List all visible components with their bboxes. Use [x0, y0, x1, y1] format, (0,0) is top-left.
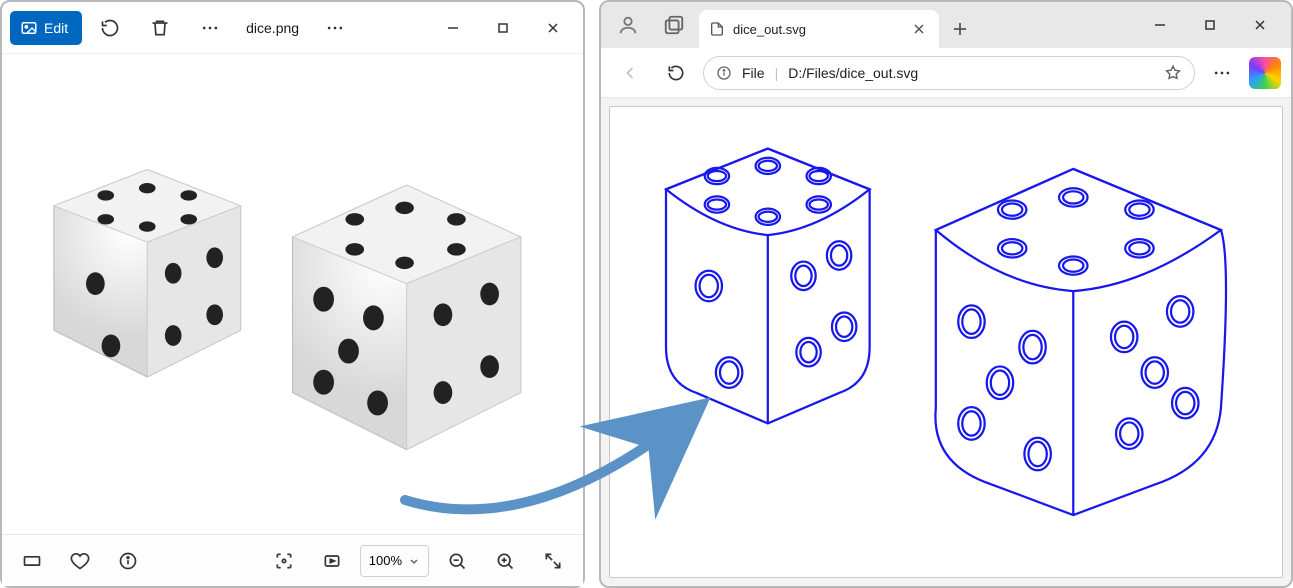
browser-content[interactable]	[609, 106, 1283, 578]
more-button-2[interactable]	[313, 6, 357, 50]
info-button[interactable]	[108, 541, 148, 581]
new-tab-button[interactable]	[943, 12, 977, 46]
url-path: D:/Files/dice_out.svg	[788, 65, 918, 81]
photos-canvas[interactable]	[2, 54, 583, 534]
favorite-button[interactable]	[60, 541, 100, 581]
zoom-in-button[interactable]	[485, 541, 525, 581]
url-scheme: File	[742, 65, 765, 81]
zoom-value: 100%	[369, 553, 402, 568]
file-icon	[709, 21, 725, 37]
browser-window: dice_out.svg	[599, 0, 1293, 588]
zoom-selector[interactable]: 100%	[360, 545, 429, 577]
chevron-down-icon	[408, 555, 420, 567]
browser-maximize-button[interactable]	[1185, 5, 1235, 45]
back-button[interactable]	[611, 54, 649, 92]
filmstrip-button[interactable]	[12, 541, 52, 581]
browser-close-button[interactable]	[1235, 5, 1285, 45]
maximize-button[interactable]	[481, 6, 525, 50]
filename-label: dice.png	[238, 20, 307, 36]
url-input[interactable]: File | D:/Files/dice_out.svg	[703, 56, 1195, 90]
photos-window: Edit dice.png	[0, 0, 585, 588]
tab-close-button[interactable]	[909, 19, 929, 39]
browser-minimize-button[interactable]	[1135, 5, 1185, 45]
dice-image	[2, 54, 583, 534]
edit-button[interactable]: Edit	[10, 11, 82, 45]
reload-button[interactable]	[657, 54, 695, 92]
workspaces-button[interactable]	[653, 5, 695, 45]
favorite-icon[interactable]	[1164, 64, 1182, 82]
delete-button[interactable]	[138, 6, 182, 50]
photos-toolbar: Edit dice.png	[2, 2, 583, 54]
photos-bottom-toolbar: 100%	[2, 534, 583, 586]
tab-title: dice_out.svg	[733, 22, 901, 37]
info-icon	[716, 65, 732, 81]
rotate-button[interactable]	[88, 6, 132, 50]
close-button[interactable]	[531, 6, 575, 50]
fullscreen-button[interactable]	[533, 541, 573, 581]
crop-scan-button[interactable]	[264, 541, 304, 581]
slideshow-button[interactable]	[312, 541, 352, 581]
address-bar: File | D:/Files/dice_out.svg	[601, 48, 1291, 98]
settings-more-button[interactable]	[1203, 54, 1241, 92]
zoom-out-button[interactable]	[437, 541, 477, 581]
svg-output-image	[610, 107, 1282, 577]
edit-button-label: Edit	[44, 20, 68, 36]
copilot-button[interactable]	[1249, 57, 1281, 89]
more-button[interactable]	[188, 6, 232, 50]
browser-tab[interactable]: dice_out.svg	[699, 10, 939, 48]
minimize-button[interactable]	[431, 6, 475, 50]
url-separator: |	[775, 65, 779, 81]
profile-button[interactable]	[607, 5, 649, 45]
tabstrip: dice_out.svg	[601, 2, 1291, 48]
